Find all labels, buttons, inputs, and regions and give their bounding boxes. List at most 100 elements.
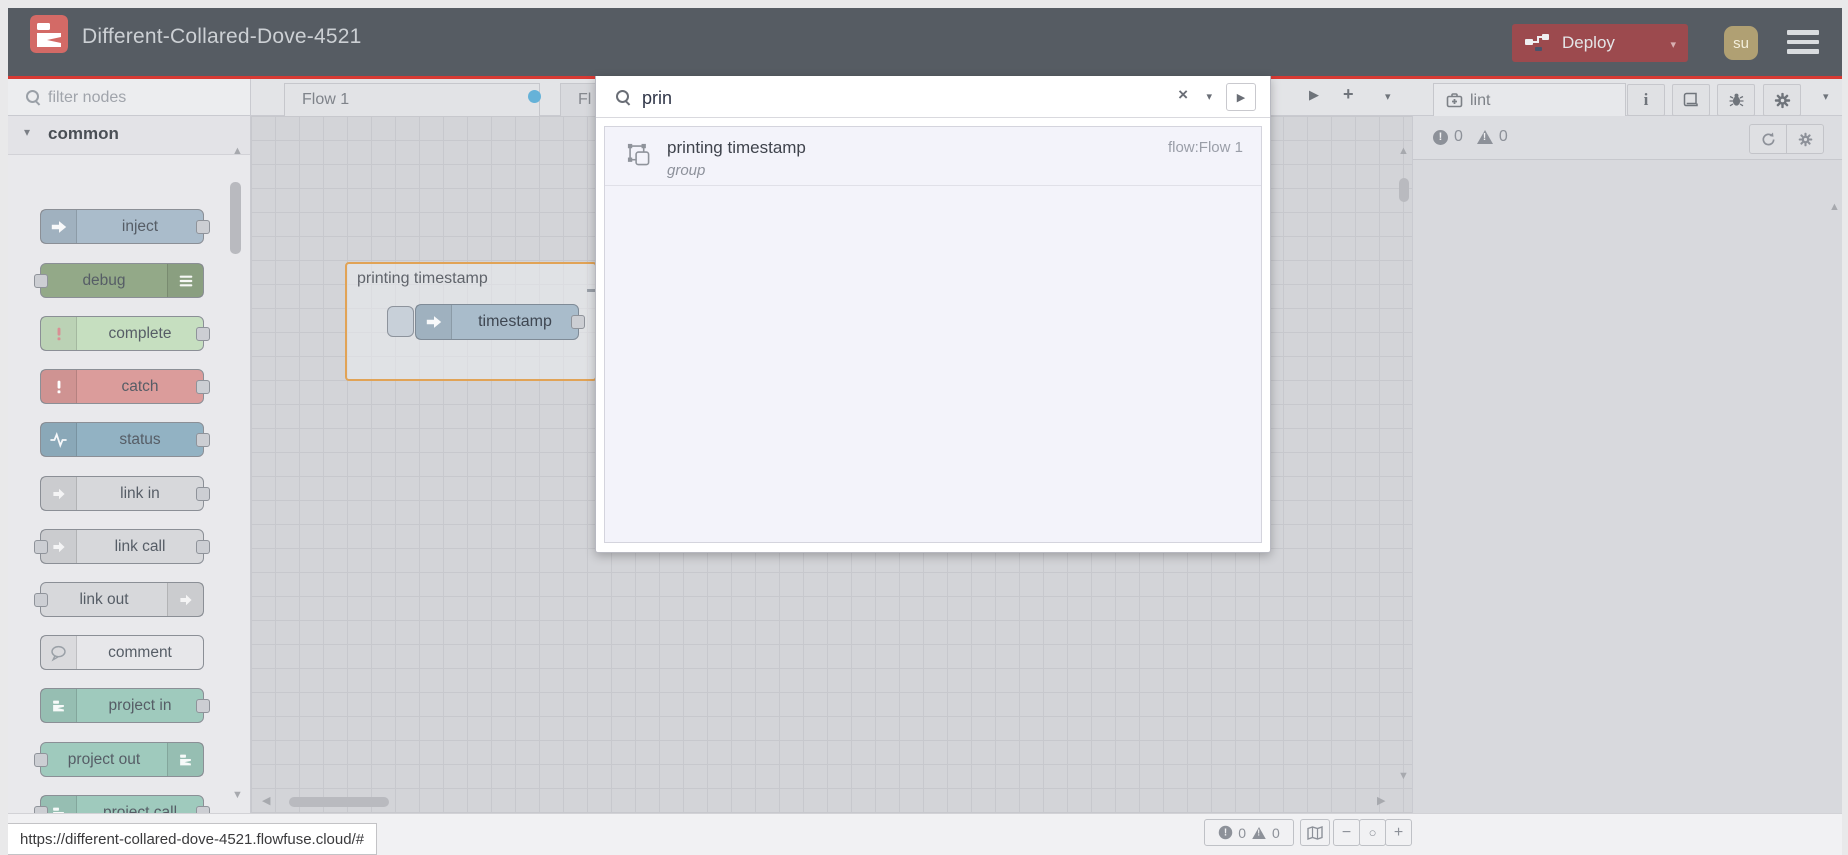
node-red-logo-icon bbox=[30, 15, 68, 53]
output-port bbox=[196, 380, 210, 394]
bug-icon bbox=[1729, 93, 1743, 107]
search-icon bbox=[26, 90, 39, 103]
input-port bbox=[34, 593, 48, 607]
palette-node-status[interactable]: status bbox=[40, 422, 210, 457]
search-result-item[interactable]: printing timestamp flow:Flow 1 group bbox=[605, 127, 1261, 186]
palette-node-complete[interactable]: complete bbox=[40, 316, 210, 351]
search-input[interactable] bbox=[640, 82, 1164, 114]
error-badge-icon: ! bbox=[1218, 825, 1233, 840]
palette-node-label: catch bbox=[121, 377, 159, 395]
palette-node-inject[interactable]: inject bbox=[40, 209, 210, 244]
deploy-button[interactable]: Deploy ▾ bbox=[1512, 24, 1688, 62]
deploy-label: Deploy bbox=[1562, 33, 1615, 52]
palette-node-comment[interactable]: comment bbox=[40, 635, 204, 670]
error-badge-icon: ! bbox=[1433, 129, 1448, 145]
group-icon bbox=[627, 143, 652, 173]
search-history-button[interactable]: ▶ bbox=[1226, 83, 1256, 111]
palette-node-project-in[interactable]: project in bbox=[40, 688, 210, 723]
palette: ▾ common inject debug complete catch status l… bbox=[8, 116, 251, 813]
palette-node-debug[interactable]: debug bbox=[34, 263, 204, 298]
zoom-in-button[interactable]: + bbox=[1385, 819, 1412, 846]
sidebar-tab-lint[interactable]: lint bbox=[1433, 83, 1626, 116]
user-avatar[interactable]: su bbox=[1724, 26, 1758, 60]
node-timestamp[interactable]: timestamp bbox=[415, 304, 585, 340]
comment-icon bbox=[41, 636, 77, 669]
first-aid-icon bbox=[1446, 93, 1463, 108]
input-port bbox=[34, 806, 48, 813]
clear-search-icon[interactable]: × bbox=[1178, 85, 1188, 105]
instance-title: Different-Collared-Dove-4521 bbox=[82, 25, 362, 48]
lint-panel-content: ▲ bbox=[1413, 160, 1842, 813]
canvas-notifications-button[interactable]: ! 0 0 bbox=[1204, 819, 1294, 846]
warning-badge-icon bbox=[1476, 130, 1493, 144]
flow-group[interactable]: printing timestamp timestamp bbox=[345, 262, 597, 381]
lint-settings-button[interactable] bbox=[1786, 125, 1823, 153]
tab-list-button[interactable]: ▶ bbox=[1303, 86, 1325, 104]
sidebar-menu-caret-icon[interactable]: ▾ bbox=[1823, 90, 1829, 103]
zoom-out-button[interactable]: − bbox=[1333, 819, 1360, 846]
alert-icon bbox=[41, 317, 77, 350]
canvas-scroll-left-icon[interactable]: ◀ bbox=[262, 796, 270, 807]
main-menu-button[interactable] bbox=[1787, 30, 1819, 56]
search-icon bbox=[616, 90, 629, 103]
book-icon bbox=[1683, 92, 1698, 107]
palette-category-common[interactable]: ▾ common bbox=[8, 116, 250, 155]
canvas-scroll-up-icon[interactable]: ▲ bbox=[1398, 146, 1409, 157]
output-port bbox=[196, 220, 210, 234]
info-icon: i bbox=[1643, 90, 1649, 109]
canvas-vscrollbar-thumb[interactable] bbox=[1399, 178, 1409, 202]
output-port bbox=[196, 540, 210, 554]
tab-menu-caret-icon[interactable]: ▾ bbox=[1379, 89, 1397, 104]
palette-node-project-out[interactable]: project out bbox=[34, 742, 204, 777]
search-options-caret-icon[interactable]: ▾ bbox=[1206, 90, 1212, 103]
list-icon bbox=[167, 264, 203, 297]
bottom-bar: https://different-collared-dove-4521.flo… bbox=[0, 813, 1848, 855]
palette-node-label: comment bbox=[108, 643, 172, 661]
tab-flow-1[interactable]: Flow 1 bbox=[284, 83, 541, 116]
gear-icon bbox=[1798, 132, 1812, 146]
arrow-in-icon bbox=[41, 210, 77, 243]
palette-scroll-up-icon[interactable]: ▲ bbox=[232, 146, 243, 157]
sidebar-info-button[interactable]: i bbox=[1627, 84, 1665, 116]
palette-scroll-down-icon[interactable]: ▼ bbox=[232, 790, 243, 801]
palette-node-label: complete bbox=[108, 324, 172, 342]
output-port bbox=[196, 433, 210, 447]
input-port bbox=[34, 753, 48, 767]
sidebar-help-button[interactable] bbox=[1672, 84, 1710, 116]
node-red-editor: Different-Collared-Dove-4521 Deploy ▾ su… bbox=[0, 0, 1848, 855]
unsaved-changes-dot bbox=[528, 90, 541, 103]
palette-scrollbar-thumb[interactable] bbox=[230, 182, 241, 254]
deploy-options-caret-icon[interactable]: ▾ bbox=[1670, 38, 1676, 51]
search-dialog: × ▾ ▶ printing timestamp flow:Flow 1 group bbox=[595, 76, 1271, 553]
sidebar-debug-button[interactable] bbox=[1717, 84, 1755, 116]
zoom-reset-button[interactable]: ○ bbox=[1359, 819, 1386, 846]
add-flow-button[interactable]: + bbox=[1337, 83, 1360, 106]
output-port[interactable] bbox=[571, 315, 585, 329]
palette-node-catch[interactable]: catch bbox=[40, 369, 210, 404]
palette-node-label: project call bbox=[102, 803, 178, 814]
map-icon bbox=[1307, 825, 1323, 840]
canvas-scroll-right-icon[interactable]: ▶ bbox=[1377, 796, 1385, 807]
palette-node-link-call[interactable]: link call bbox=[34, 529, 210, 564]
palette-node-label: status bbox=[119, 430, 161, 448]
palette-node-link-out[interactable]: link out bbox=[34, 582, 204, 617]
group-label: printing timestamp bbox=[357, 270, 488, 287]
sidebar-scroll-up-icon[interactable]: ▲ bbox=[1829, 202, 1840, 213]
palette-filter-row bbox=[8, 79, 251, 116]
inject-trigger-button[interactable] bbox=[387, 306, 414, 337]
palette-node-project-call[interactable]: project call bbox=[34, 795, 210, 814]
palette-node-label: debug bbox=[82, 271, 126, 289]
lint-refresh-button[interactable] bbox=[1750, 125, 1786, 153]
canvas-scroll-down-icon[interactable]: ▼ bbox=[1398, 771, 1409, 782]
header: Different-Collared-Dove-4521 Deploy ▾ su bbox=[8, 8, 1842, 79]
canvas-hscrollbar-thumb[interactable] bbox=[289, 797, 389, 807]
result-title: printing timestamp bbox=[667, 138, 806, 157]
minimap-button[interactable] bbox=[1300, 819, 1330, 846]
sidebar-config-button[interactable] bbox=[1763, 84, 1801, 116]
lint-error-count: 0 bbox=[1454, 128, 1463, 145]
palette-node-label: link out bbox=[79, 590, 129, 608]
palette-filter-input[interactable] bbox=[46, 85, 230, 111]
result-type: group bbox=[667, 162, 706, 179]
deploy-icon bbox=[1525, 34, 1549, 51]
palette-node-link-in[interactable]: link in bbox=[40, 476, 210, 511]
